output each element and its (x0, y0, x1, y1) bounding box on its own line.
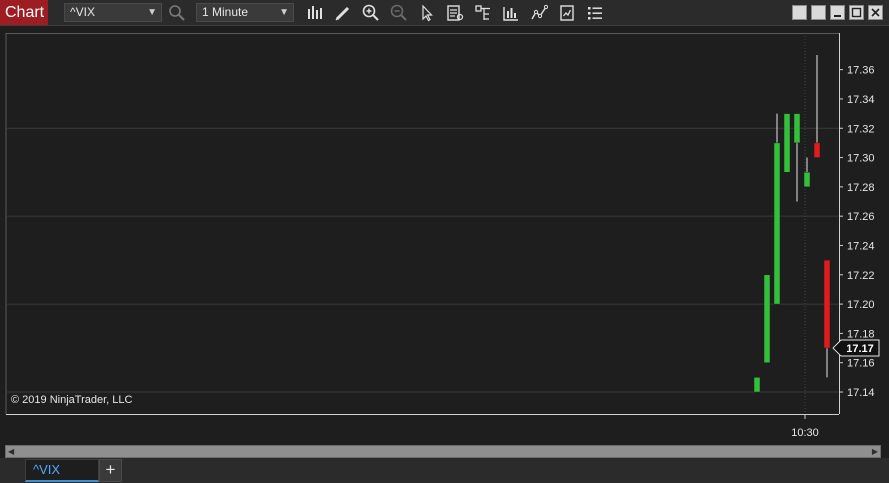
scroll-right-icon[interactable]: ▶ (872, 447, 878, 456)
chart-trader-icon[interactable] (558, 4, 576, 22)
instrument-selector[interactable]: ^VIX ▼ (64, 3, 162, 22)
bars-type-icon[interactable] (306, 4, 324, 22)
data-box-icon[interactable] (446, 4, 464, 22)
y-tick-label: 17.32 (847, 123, 875, 135)
tile-icon[interactable] (792, 5, 807, 20)
close-icon[interactable] (868, 5, 883, 20)
scroll-left-icon[interactable]: ◀ (8, 447, 14, 456)
zoom-out-icon[interactable] (390, 4, 408, 22)
strategies-icon[interactable] (530, 4, 548, 22)
tab-vix[interactable]: ^VIX (25, 459, 99, 482)
candle-body (763, 274, 771, 363)
properties-icon[interactable] (474, 4, 492, 22)
candle-body (783, 113, 791, 173)
instrument-value: ^VIX (70, 5, 95, 19)
candle-body (753, 377, 761, 393)
chart-canvas[interactable]: 17.36 17.34 17.32 17.30 17.28 17.26 17.24 17.22… (5, 33, 881, 444)
list-icon[interactable] (586, 4, 604, 22)
y-tick-label: 17.24 (847, 240, 875, 252)
y-tick-label: 17.22 (847, 270, 875, 282)
y-tick-label: 17.20 (847, 299, 875, 311)
candle-body (793, 113, 801, 144)
y-tick-label: 17.28 (847, 182, 875, 194)
pencil-draw-icon[interactable] (334, 4, 352, 22)
chevron-down-icon: ▼ (147, 7, 157, 18)
chart-toolbar: Chart ^VIX ▼ 1 Minute ▼ (0, 0, 889, 26)
candle-body (813, 142, 821, 158)
zoom-in-icon[interactable] (362, 4, 380, 22)
window-title: Chart (0, 0, 48, 25)
search-icon[interactable] (168, 4, 186, 22)
x-tick-label: 10:30 (791, 427, 819, 439)
interval-value: 1 Minute (202, 5, 249, 19)
current-price-label: 17.17 (846, 343, 874, 355)
indicators-icon[interactable] (502, 4, 520, 22)
maximize-icon[interactable] (849, 5, 864, 20)
interval-selector[interactable]: 1 Minute ▼ (196, 3, 294, 22)
candle-body (773, 142, 781, 305)
y-tick-label: 17.18 (847, 328, 875, 340)
y-tick-label: 17.30 (847, 153, 875, 165)
y-tick-label: 17.16 (847, 358, 875, 370)
minimize-icon[interactable] (830, 5, 845, 20)
tab-bar: ^VIX + (0, 458, 889, 483)
chevron-down-icon: ▼ (279, 7, 289, 18)
price-chart[interactable]: 17.36 17.34 17.32 17.30 17.28 17.26 17.24 17.22… (5, 33, 881, 444)
y-tick-label: 17.36 (847, 65, 875, 77)
copyright-text: © 2019 NinjaTrader, LLC (11, 394, 133, 406)
y-tick-label: 17.34 (847, 94, 875, 106)
pointer-icon[interactable] (418, 4, 436, 22)
candle-body (823, 259, 831, 349)
candle-body (803, 171, 811, 188)
y-tick-label: 17.26 (847, 211, 875, 223)
add-tab-button[interactable]: + (99, 459, 122, 482)
y-tick-label: 17.14 (847, 387, 875, 399)
horizontal-scrollbar[interactable]: ◀ ▶ (5, 445, 881, 458)
tile-icon-2[interactable] (811, 5, 826, 20)
